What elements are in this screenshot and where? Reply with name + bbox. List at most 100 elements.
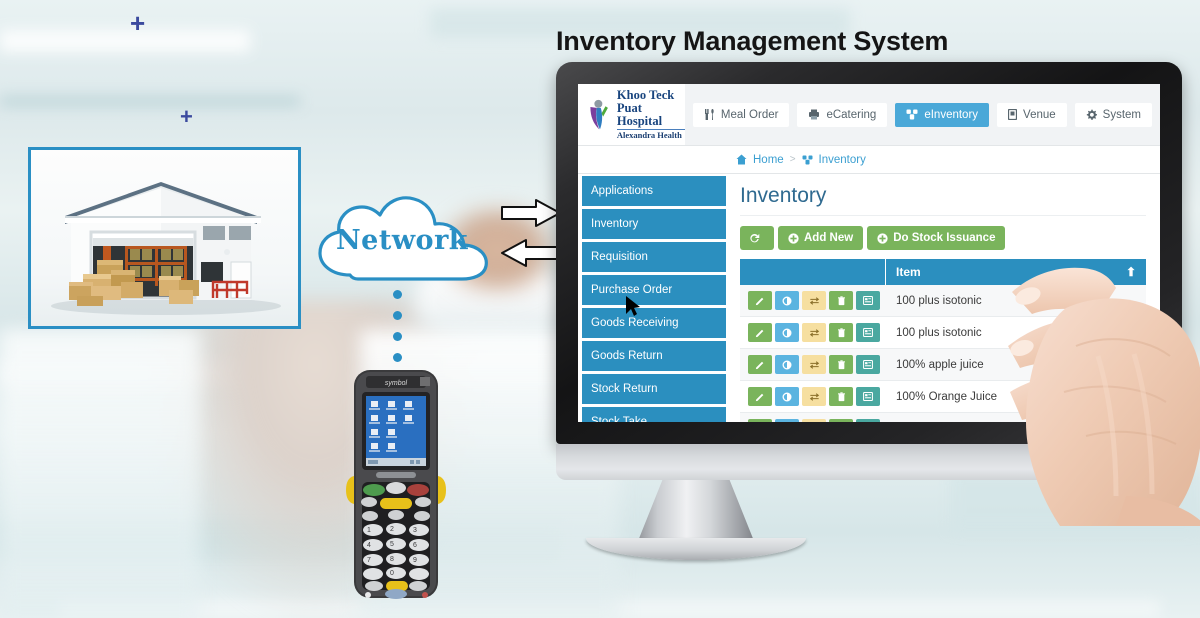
- svg-text:0: 0: [390, 570, 394, 577]
- svg-text:6: 6: [413, 542, 417, 549]
- adjust-button[interactable]: [775, 387, 799, 406]
- list-icon: [863, 296, 873, 305]
- sidebar-item-label: Requisition: [591, 251, 648, 263]
- row-actions: [740, 419, 886, 422]
- edit-button[interactable]: [748, 419, 772, 422]
- warehouse-illustration: [31, 150, 298, 326]
- details-button[interactable]: [856, 387, 880, 406]
- pencil-icon: [755, 329, 764, 337]
- sidebar-item-label: Stock Take: [591, 416, 648, 422]
- delete-button[interactable]: [829, 355, 853, 374]
- monitor-screen: Khoo Teck Puat Hospital Alexandra Health: [578, 84, 1160, 422]
- edit-button[interactable]: [748, 291, 772, 310]
- adjust-button[interactable]: [775, 419, 799, 422]
- adjust-button[interactable]: [775, 291, 799, 310]
- exchange-icon: [809, 392, 819, 401]
- breadcrumb-separator: >: [789, 154, 796, 165]
- arrow-right-icon: [500, 198, 562, 233]
- bg-streak-1: [0, 30, 250, 52]
- transfer-button[interactable]: [802, 291, 826, 310]
- top-navigation: Meal Order eCatering eInventory Venue Sy…: [684, 84, 1160, 145]
- svg-text:1: 1: [367, 527, 371, 534]
- table-row[interactable]: 100% apple juice: [740, 349, 1146, 381]
- breadcrumb-home[interactable]: Home: [753, 154, 784, 166]
- sidebar-item-goods-receiving[interactable]: Goods Receiving: [582, 308, 726, 338]
- arrow-left-icon: [500, 238, 562, 273]
- catering-icon: [809, 109, 820, 120]
- trash-icon: [837, 295, 845, 305]
- column-item[interactable]: Item ⬆: [886, 265, 1146, 279]
- delete-button[interactable]: [829, 291, 853, 310]
- trash-icon: [837, 391, 845, 401]
- add-new-button[interactable]: Add New: [778, 226, 864, 250]
- sidebar-item-requisition[interactable]: Requisition: [582, 242, 726, 272]
- table-row[interactable]: 1200ml container: [740, 413, 1146, 422]
- adjust-button[interactable]: [775, 323, 799, 342]
- exchange-icon: [809, 328, 819, 337]
- tab-einventory[interactable]: eInventory: [895, 102, 990, 127]
- tab-ecatering[interactable]: eCatering: [797, 102, 888, 127]
- tab-system[interactable]: System: [1074, 102, 1152, 127]
- hospital-logo-icon: [590, 99, 608, 129]
- delete-button[interactable]: [829, 323, 853, 342]
- delete-button[interactable]: [829, 387, 853, 406]
- exchange-icon: [809, 296, 819, 305]
- pencil-icon: [755, 361, 764, 369]
- edit-button[interactable]: [748, 387, 772, 406]
- transfer-button[interactable]: [802, 323, 826, 342]
- edit-button[interactable]: [748, 355, 772, 374]
- plus-circle-icon: [877, 232, 888, 244]
- item-name: 100 plus isotonic: [896, 326, 982, 339]
- connection-dot: [393, 353, 402, 362]
- tab-label: eCatering: [826, 108, 877, 121]
- cube-icon: [802, 154, 813, 165]
- table-row[interactable]: 100% Orange Juice: [740, 381, 1146, 413]
- contrast-icon: [782, 360, 792, 369]
- delete-button[interactable]: [829, 419, 853, 422]
- contrast-icon: [782, 392, 792, 401]
- tab-label: Venue: [1023, 108, 1056, 121]
- adjust-button[interactable]: [775, 355, 799, 374]
- network-cloud: Network: [312, 193, 492, 293]
- sort-ascending-icon[interactable]: ⬆: [1126, 265, 1136, 279]
- item-name: 100 plus isotonic: [896, 294, 982, 307]
- sidebar-item-applications[interactable]: Applications: [582, 176, 726, 206]
- brand-line-3: Alexandra Health: [616, 130, 682, 141]
- book-icon: [1008, 109, 1018, 120]
- sidebar-item-purchase-order[interactable]: Purchase Order: [582, 275, 726, 305]
- blurred-person-2: [0, 330, 200, 618]
- sidebar-item-goods-return[interactable]: Goods Return: [582, 341, 726, 371]
- list-icon: [863, 392, 873, 401]
- svg-text:symbol: symbol: [385, 380, 408, 387]
- row-actions: [740, 355, 886, 374]
- list-icon: [863, 328, 873, 337]
- refresh-button[interactable]: [740, 226, 774, 250]
- home-icon: [736, 154, 747, 165]
- details-button[interactable]: [856, 419, 880, 422]
- add-new-label: Add New: [804, 232, 854, 244]
- exchange-icon: [809, 360, 819, 369]
- do-stock-issuance-button[interactable]: Do Stock Issuance: [867, 226, 1006, 250]
- row-actions: [740, 323, 886, 342]
- sidebar-item-stock-take[interactable]: Stock Take ⌄: [582, 407, 726, 422]
- details-button[interactable]: [856, 291, 880, 310]
- tab-meal-order[interactable]: Meal Order: [692, 102, 790, 127]
- transfer-button[interactable]: [802, 387, 826, 406]
- inventory-table: Item ⬆ 100 plus isotonic 100 plus isoton…: [740, 259, 1146, 422]
- row-actions: [740, 387, 886, 406]
- breadcrumb-current[interactable]: Inventory: [819, 154, 866, 166]
- table-row[interactable]: 100 plus isotonic: [740, 285, 1146, 317]
- sidebar-item-stock-return[interactable]: Stock Return: [582, 374, 726, 404]
- sidebar-item-inventory[interactable]: Inventory: [582, 209, 726, 239]
- table-row[interactable]: 100 plus isotonic: [740, 317, 1146, 349]
- details-button[interactable]: [856, 323, 880, 342]
- scene: + + Inventory Management System Network …: [0, 0, 1200, 618]
- tab-venue[interactable]: Venue: [997, 102, 1067, 127]
- gear-icon: [1086, 109, 1097, 120]
- details-button[interactable]: [856, 355, 880, 374]
- transfer-button[interactable]: [802, 355, 826, 374]
- transfer-button[interactable]: [802, 419, 826, 422]
- app-header: Khoo Teck Puat Hospital Alexandra Health: [578, 84, 1160, 146]
- edit-button[interactable]: [748, 323, 772, 342]
- desktop-monitor: Khoo Teck Puat Hospital Alexandra Health: [556, 62, 1182, 560]
